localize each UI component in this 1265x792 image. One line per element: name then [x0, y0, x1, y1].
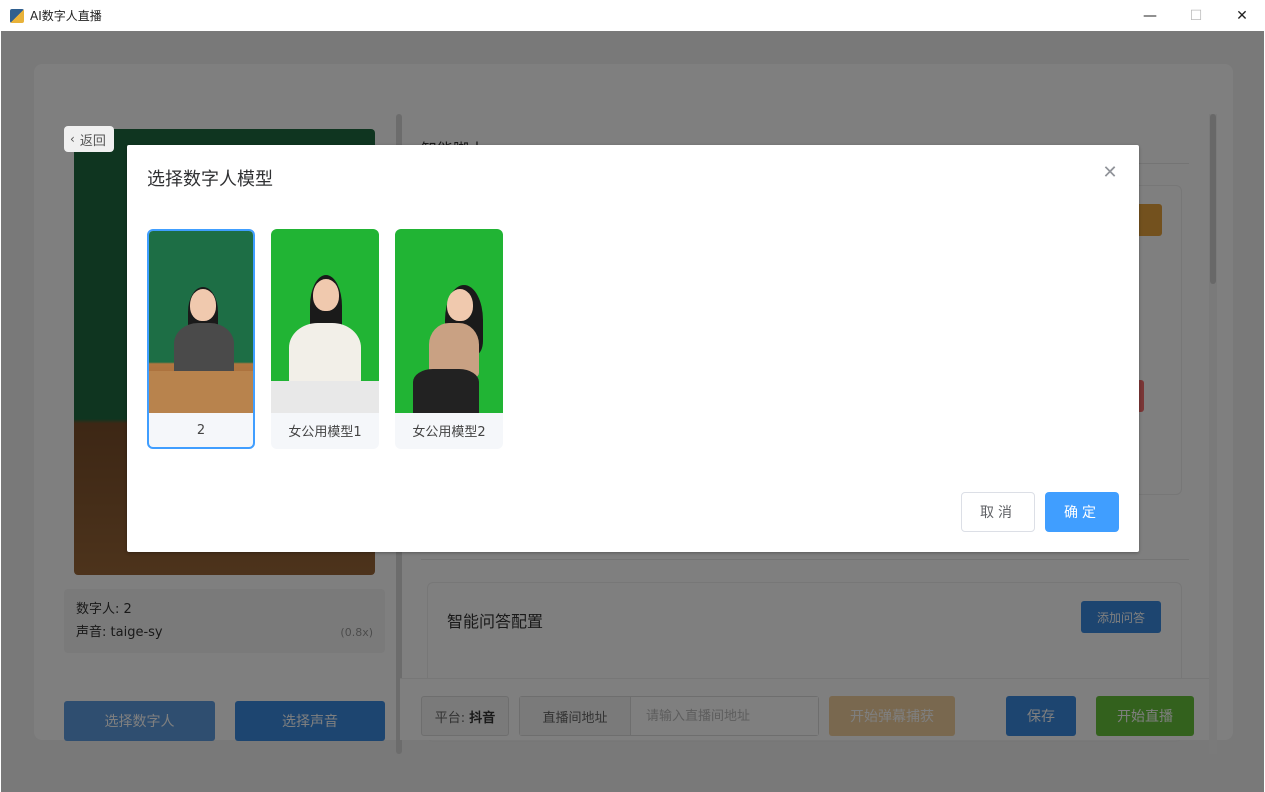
model-thumbnail [395, 229, 503, 413]
back-label: 返回 [79, 133, 106, 149]
model-thumbnail [149, 231, 253, 413]
close-icon[interactable]: ✕ [1102, 162, 1118, 183]
window-controls: — ☐ ✕ [1127, 0, 1265, 31]
model-card[interactable]: 女公用模型2 [395, 229, 503, 449]
select-model-dialog: 选择数字人模型 ✕ 2 女公用模型1 女公用模型2 取消 确定 [127, 145, 1139, 552]
app-icon [10, 8, 24, 23]
cancel-button[interactable]: 取消 [961, 492, 1035, 532]
model-card[interactable]: 女公用模型1 [271, 229, 379, 449]
confirm-button[interactable]: 确定 [1045, 492, 1119, 532]
model-label: 女公用模型2 [412, 424, 486, 440]
close-window-icon[interactable]: ✕ [1219, 0, 1265, 31]
model-label: 女公用模型1 [288, 424, 362, 440]
chevron-left-icon: ‹ [70, 132, 75, 146]
title-bar: AI数字人直播 — ☐ ✕ [0, 0, 1265, 31]
back-button[interactable]: ‹ 返回 [64, 126, 114, 152]
minimize-icon[interactable]: — [1127, 0, 1173, 31]
model-thumbnail [271, 229, 379, 413]
window-title: AI数字人直播 [30, 9, 102, 23]
model-list: 2 女公用模型1 女公用模型2 [147, 229, 519, 449]
model-label: 2 [196, 422, 206, 438]
model-card[interactable]: 2 [147, 229, 255, 449]
dialog-title: 选择数字人模型 [147, 169, 273, 190]
maximize-icon[interactable]: ☐ [1173, 0, 1219, 31]
